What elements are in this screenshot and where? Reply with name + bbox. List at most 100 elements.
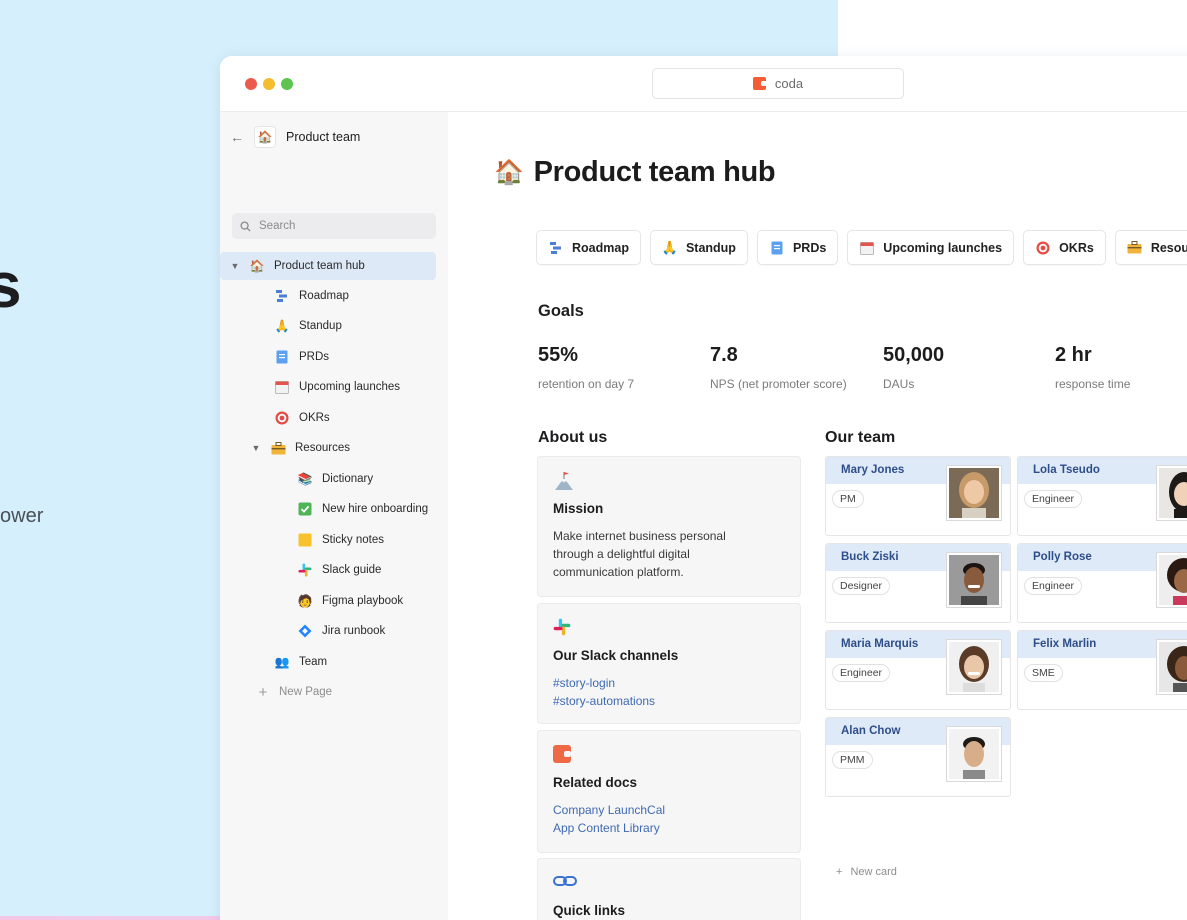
page-title-text[interactable]: Product team hub: [534, 156, 776, 189]
slack-channel-link[interactable]: #story-automations: [553, 692, 785, 710]
slack-channels-card[interactable]: Our Slack channels #story-login #story-a…: [537, 603, 801, 724]
sidebar-item-new-hire-onboarding[interactable]: New hire onboarding: [297, 495, 428, 523]
sidebar-item-okrs[interactable]: OKRs: [274, 404, 330, 432]
sidebar-item-product-team-hub[interactable]: ▼ 🏠 Product team hub: [220, 252, 436, 280]
goals-heading: Goals: [538, 302, 584, 320]
chip-prds[interactable]: PRDs: [756, 230, 839, 265]
coda-doc-icon: [553, 745, 785, 767]
team-card[interactable]: Felix Marlin SME: [1017, 630, 1187, 710]
slack-channel-link[interactable]: #story-login: [553, 674, 785, 692]
team-member-role: PMM: [832, 751, 873, 769]
sidebar-item-jira-runbook[interactable]: Jira runbook: [297, 617, 385, 645]
toolbox-icon: [1127, 240, 1143, 256]
chip-label: Upcoming launches: [883, 240, 1003, 255]
sidebar-item-prds[interactable]: PRDs: [274, 343, 329, 371]
window-minimize-button[interactable]: [263, 78, 275, 90]
avatar: [1156, 552, 1187, 608]
related-docs-card[interactable]: Related docs Company LaunchCal App Conte…: [537, 730, 801, 853]
avatar: [946, 639, 1002, 695]
address-bar[interactable]: coda: [652, 68, 904, 99]
team-card[interactable]: Maria Marquis Engineer: [825, 630, 1011, 710]
team-member-name: Polly Rose: [1033, 551, 1092, 563]
team-card[interactable]: Buck Ziski Designer: [825, 543, 1011, 623]
search-box[interactable]: [232, 213, 436, 239]
goal-item: 7.8 NPS (net promoter score): [710, 344, 847, 391]
back-arrow-icon[interactable]: ←: [230, 129, 244, 145]
goal-label: response time: [1055, 377, 1131, 391]
chip-label: Resource: [1150, 240, 1187, 255]
sidebar-item-label: New hire onboarding: [322, 503, 429, 515]
team-member-role: SME: [1024, 664, 1063, 682]
goal-item: 2 hr response time: [1055, 344, 1130, 391]
sidebar-item-label: PRDs: [299, 351, 330, 363]
team-member-name: Mary Jones: [841, 464, 905, 476]
mission-card[interactable]: Mission Make internet business personal …: [537, 456, 801, 597]
chevron-down-icon[interactable]: ▼: [251, 443, 261, 453]
team-card[interactable]: Alan Chow PMM: [825, 717, 1011, 797]
mission-text-line: through a delightful digital: [553, 547, 690, 561]
mountain-flag-icon: [553, 471, 785, 493]
roadmap-icon: [548, 240, 564, 256]
chip-resources[interactable]: Resource: [1114, 230, 1187, 265]
sidebar-item-team[interactable]: 👥 Team: [274, 648, 328, 676]
team-member-role: Engineer: [1024, 577, 1083, 595]
goal-value: 2 hr: [1055, 344, 1092, 366]
sidebar-item-slack-guide[interactable]: Slack guide: [297, 556, 381, 584]
sidebar-item-label: Team: [299, 656, 328, 668]
house-icon: 🏠: [494, 159, 524, 186]
mission-heading: Mission: [553, 501, 604, 516]
doc-title[interactable]: Product team: [286, 130, 360, 144]
sidebar-item-resources[interactable]: ▼ Resources: [251, 434, 350, 462]
target-icon: [274, 410, 290, 426]
people-icon: 👥: [274, 655, 290, 669]
team-member-role: Designer: [832, 577, 891, 595]
mission-text-line: communication platform.: [553, 565, 684, 579]
goal-value: 50,000: [883, 344, 945, 366]
search-input[interactable]: [259, 220, 419, 232]
chip-roadmap[interactable]: Roadmap: [536, 230, 641, 265]
calendar-icon: [274, 379, 290, 395]
window-close-button[interactable]: [245, 78, 257, 90]
avatar: [1156, 639, 1187, 695]
sidebar-item-roadmap[interactable]: Roadmap: [274, 282, 349, 310]
toolbox-icon: [270, 440, 286, 456]
hero-text-fragment: ower: [0, 505, 44, 527]
quick-links-card[interactable]: Quick links: [537, 858, 801, 920]
sidebar-item-label: Sticky notes: [322, 534, 384, 546]
about-us-heading: About us: [538, 429, 608, 446]
slack-channels-heading: Our Slack channels: [553, 648, 679, 663]
sidebar-item-label: New Page: [279, 686, 333, 698]
slack-icon: [297, 562, 313, 578]
goal-item: 50,000 DAUs: [883, 344, 944, 391]
goal-label: DAUs: [883, 377, 915, 391]
sidebar-item-dictionary[interactable]: 📚 Dictionary: [297, 465, 374, 493]
team-member-role: Engineer: [832, 664, 891, 682]
related-docs-heading: Related docs: [553, 775, 638, 790]
hero-heading-fragment: s: [0, 249, 22, 321]
sidebar-item-label: Roadmap: [299, 290, 349, 302]
folded-hands-icon: 🙏: [274, 319, 290, 333]
new-page-button[interactable]: + New Page: [256, 678, 332, 706]
browser-titlebar: coda: [220, 56, 1187, 112]
related-doc-link[interactable]: App Content Library: [553, 819, 785, 837]
sidebar-item-standup[interactable]: 🙏 Standup: [274, 312, 342, 340]
sidebar-item-label: Slack guide: [322, 564, 382, 576]
chevron-down-icon[interactable]: ▼: [230, 261, 240, 271]
chip-label: Standup: [685, 240, 736, 255]
team-card[interactable]: Lola Tseudo Engineer: [1017, 456, 1187, 536]
sidebar-item-figma-playbook[interactable]: 🧑 Figma playbook: [297, 587, 404, 615]
goal-item: 55% retention on day 7: [538, 344, 634, 391]
chip-okrs[interactable]: OKRs: [1023, 230, 1106, 265]
chip-standup[interactable]: 🙏 Standup: [649, 230, 748, 265]
sidebar-item-sticky-notes[interactable]: Sticky notes: [297, 526, 384, 554]
team-card[interactable]: Polly Rose Engineer: [1017, 543, 1187, 623]
mission-text-line: Make internet business personal: [553, 529, 726, 543]
team-card[interactable]: Mary Jones PM: [825, 456, 1011, 536]
sidebar-item-upcoming-launches[interactable]: Upcoming launches: [274, 373, 400, 401]
new-card-button[interactable]: + New card: [836, 866, 897, 878]
team-member-role: Engineer: [1024, 490, 1083, 508]
related-doc-link[interactable]: Company LaunchCal: [553, 801, 785, 819]
sidebar-item-label: Figma playbook: [322, 595, 404, 607]
window-maximize-button[interactable]: [281, 78, 293, 90]
chip-upcoming-launches[interactable]: Upcoming launches: [847, 230, 1015, 265]
